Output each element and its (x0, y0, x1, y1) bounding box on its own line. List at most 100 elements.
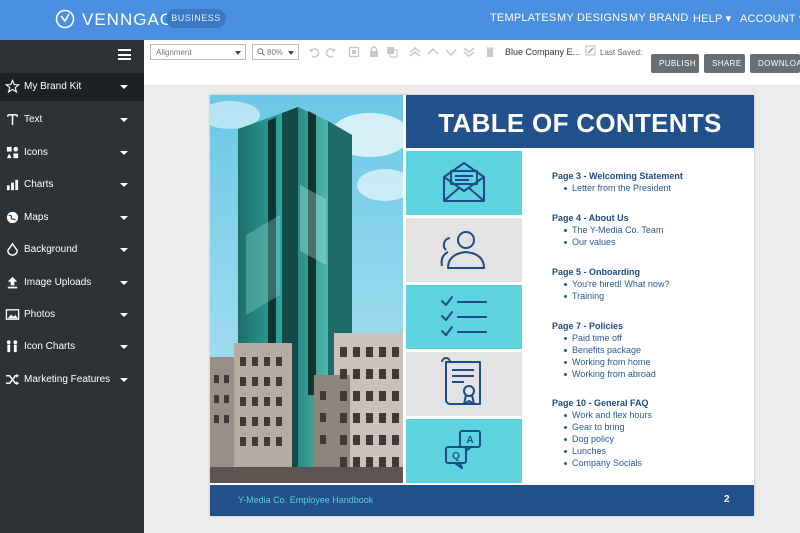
toc-item[interactable]: Work and flex hours (564, 410, 652, 420)
sidebar-item-background[interactable]: Background (0, 236, 144, 264)
edit-name-icon[interactable] (585, 45, 596, 56)
toc-heading-welcoming[interactable]: Page 3 - Welcoming Statement (552, 171, 683, 181)
chevron-down-icon (120, 248, 128, 252)
toc-item[interactable]: Gear to bring (564, 422, 625, 432)
toc-item[interactable]: You're hired! What now? (563, 279, 669, 289)
tile-team[interactable] (406, 218, 522, 282)
design-page[interactable]: TABLE OF CONTENTS A Q Page 3 - Welcoming… (210, 95, 754, 516)
bar-chart-icon (6, 179, 19, 191)
chevron-down-icon (288, 51, 294, 55)
page-number[interactable]: 2 (724, 494, 730, 505)
sidebar-item-text[interactable]: Text (0, 106, 144, 134)
lock-icon[interactable] (368, 46, 380, 58)
footer-text[interactable]: Y-Media Co. Employee Handbook (238, 495, 373, 505)
publish-button[interactable]: PUBLISH (651, 54, 699, 73)
move-up-icon[interactable] (427, 46, 439, 58)
bring-to-front-icon[interactable] (409, 46, 421, 58)
toc-item[interactable]: Paid time off (564, 333, 622, 343)
chevron-down-icon (120, 118, 128, 122)
move-down-icon[interactable] (445, 46, 457, 58)
toc-item[interactable]: Our values (564, 237, 616, 247)
nav-help[interactable]: HELP ▾ (693, 12, 731, 25)
sidebar-item-icon-charts[interactable]: Icon Charts (0, 333, 144, 361)
paint-bucket-icon (7, 242, 18, 256)
toc-item[interactable]: Working from home (563, 357, 650, 367)
page-footer[interactable]: Y-Media Co. Employee Handbook 2 (210, 485, 754, 516)
editor-toolbar: Alignment 80% Blue Company E... Last Sav… (144, 40, 800, 86)
star-icon (5, 79, 20, 94)
plan-badge: BUSINESS (166, 9, 226, 28)
sidebar-item-label: Maps (24, 212, 49, 223)
duplicate-icon[interactable] (386, 46, 398, 58)
redo-icon[interactable] (325, 46, 337, 58)
trash-icon[interactable] (484, 46, 496, 58)
toc-heading-about[interactable]: Page 4 - About Us (552, 213, 629, 223)
chevron-down-icon (120, 378, 128, 382)
sidebar-item-marketing-features[interactable]: Marketing Features (0, 366, 144, 394)
tile-envelope[interactable] (406, 151, 522, 215)
sidebar-item-photos[interactable]: Photos (0, 301, 144, 329)
photo-icon (5, 309, 20, 320)
tile-checklist[interactable] (406, 285, 522, 349)
toc-heading-faq[interactable]: Page 10 - General FAQ (552, 398, 649, 408)
sidebar-item-maps[interactable]: Maps (0, 204, 144, 232)
nav-templates[interactable]: TEMPLATES (490, 12, 556, 24)
tile-faq[interactable]: A Q (406, 419, 522, 483)
nav-account[interactable]: ACCOUNT ▾ (740, 12, 800, 25)
tile-certificate[interactable] (406, 352, 522, 416)
globe-icon (6, 211, 19, 224)
crop-icon[interactable] (348, 46, 360, 58)
icons-grid-icon (6, 146, 19, 159)
download-button[interactable]: DOWNLOAD (750, 54, 800, 73)
chevron-down-icon (120, 281, 128, 285)
share-button[interactable]: SHARE (704, 54, 745, 73)
toc-item[interactable]: Company Socials (563, 458, 642, 468)
skyscraper-photo[interactable] (210, 95, 403, 483)
sidebar-item-label: Text (24, 114, 43, 125)
sidebar-item-icons[interactable]: Icons (0, 139, 144, 167)
chevron-down-icon (120, 345, 128, 349)
toc-item[interactable]: Dog policy (563, 434, 614, 444)
sidebar-item-label: Image Uploads (24, 277, 92, 288)
zoom-value: 80% (267, 48, 284, 57)
venngage-logo-icon[interactable] (55, 9, 75, 29)
toc-item[interactable]: Working from abroad (564, 369, 656, 379)
certificate-scroll-icon (441, 357, 481, 405)
undo-icon[interactable] (308, 46, 320, 58)
faq-bubble-q: Q (452, 451, 460, 462)
chevron-down-icon (120, 216, 128, 220)
nav-my-designs[interactable]: MY DESIGNS (557, 12, 628, 24)
alignment-select[interactable]: Alignment (150, 44, 246, 60)
send-to-back-icon[interactable] (463, 46, 475, 58)
sidebar-item-my-brand-kit[interactable]: My Brand Kit (0, 73, 144, 101)
last-saved-label: Last Saved: (600, 48, 643, 57)
toc-heading-onboarding[interactable]: Page 5 - Onboarding (552, 267, 640, 277)
title-banner[interactable]: TABLE OF CONTENTS (406, 95, 754, 148)
sidebar-item-charts[interactable]: Charts (0, 171, 144, 199)
sidebar-item-label: Background (24, 244, 78, 255)
sidebar-item-label: Marketing Features (24, 374, 111, 385)
toc-item[interactable]: Benefits package (563, 345, 641, 355)
sidebar-item-label: My Brand Kit (24, 81, 82, 92)
document-name[interactable]: Blue Company E... (505, 47, 580, 57)
top-navigation-bar: VENNGAGE BUSINESS TEMPLATES MY DESIGNS M… (0, 0, 800, 40)
zoom-select[interactable]: 80% (252, 44, 299, 60)
toc-item[interactable]: Training (563, 291, 604, 301)
checklist-icon (441, 296, 487, 336)
sidebar-item-image-uploads[interactable]: Image Uploads (0, 269, 144, 297)
toc-item[interactable]: The Y-Media Co. Team (563, 225, 663, 235)
sidebar-item-label: Icons (24, 147, 48, 158)
toc-heading-policies[interactable]: Page 7 - Policies (552, 321, 623, 331)
hamburger-menu-icon[interactable] (118, 49, 131, 60)
envelope-icon (443, 162, 485, 202)
alignment-value: Alignment (156, 48, 192, 57)
nav-my-brand[interactable]: MY BRAND (629, 12, 688, 24)
chevron-down-icon (120, 151, 128, 155)
faq-chat-bubbles-icon: A Q (445, 430, 481, 469)
toc-item[interactable]: Letter from the President (563, 183, 671, 193)
chevron-down-icon (120, 85, 128, 89)
toc-item[interactable]: Lunches (563, 446, 606, 456)
chevron-down-icon (120, 183, 128, 187)
shuffle-icon (5, 373, 20, 386)
page-title[interactable]: TABLE OF CONTENTS (406, 108, 754, 139)
